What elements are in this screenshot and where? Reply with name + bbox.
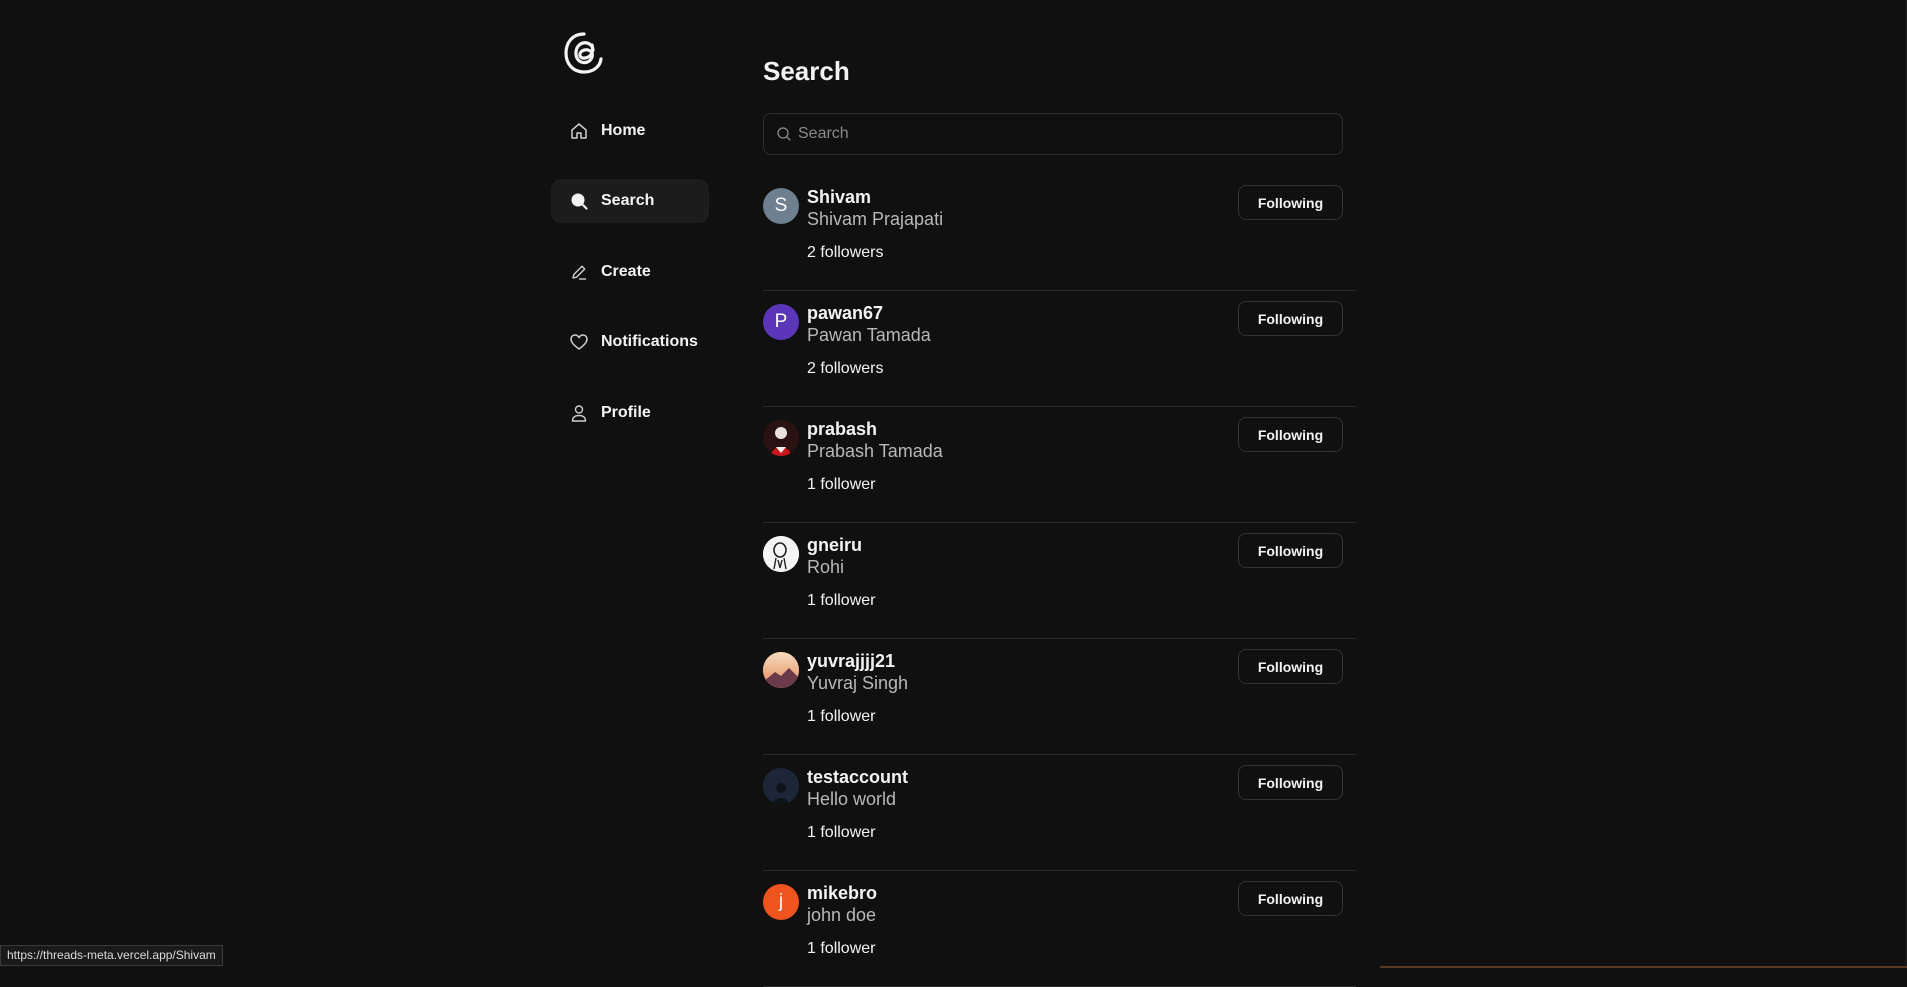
sidebar-item-label: Create [601,263,651,280]
list-item[interactable]: yuvrajjjj21 Yuvraj Singh 1 follower Foll… [763,639,1356,755]
list-item[interactable]: prabash Prabash Tamada 1 follower Follow… [763,407,1356,523]
username[interactable]: Shivam [807,187,871,208]
follower-count: 1 follower [807,940,876,957]
avatar[interactable]: j [763,884,799,920]
avatar-photo-icon [763,420,799,456]
home-icon [569,121,589,141]
sidebar-item-create[interactable]: Create [551,250,709,294]
username[interactable]: mikebro [807,883,877,904]
sidebar-item-label: Search [601,192,655,209]
full-name: Shivam Prajapati [807,209,944,229]
list-item[interactable]: gneiru Rohi 1 follower Following [763,523,1356,639]
full-name: Prabash Tamada [807,441,943,461]
sidebar-item-search[interactable]: Search [551,179,709,223]
username[interactable]: yuvrajjjj21 [807,651,895,672]
page-title: Search [763,56,850,86]
status-bar-url: https://threads-meta.vercel.app/Shivam [0,945,223,966]
username[interactable]: testaccount [807,767,908,788]
full-name: john doe [807,905,877,925]
full-name: Pawan Tamada [807,325,931,345]
following-button[interactable]: Following [1238,765,1343,800]
full-name: Hello world [807,789,897,809]
following-button[interactable]: Following [1238,185,1343,220]
avatar[interactable]: P [763,304,799,340]
username[interactable]: gneiru [807,535,862,556]
avatar[interactable] [763,768,799,804]
avatar[interactable]: S [763,188,799,224]
following-button[interactable]: Following [1238,881,1343,916]
pencil-icon [569,262,589,282]
following-button[interactable]: Following [1238,417,1343,452]
follower-count: 2 followers [807,360,884,377]
avatar-photo-icon [763,768,799,804]
heart-icon [569,332,589,352]
list-item[interactable]: j mikebro john doe 1 follower Following [763,871,1356,987]
avatar-letter: j [778,891,784,912]
sidebar-item-profile[interactable]: Profile [551,391,709,435]
sidebar-item-label: Profile [601,404,651,421]
avatar-photo-icon [763,652,799,688]
avatar[interactable] [763,536,799,572]
follower-count: 1 follower [807,824,876,841]
list-item[interactable]: P pawan67 Pawan Tamada 2 followers Follo… [763,291,1356,407]
following-button[interactable]: Following [1238,301,1343,336]
search-bar[interactable] [763,113,1343,155]
avatar-letter: S [774,195,788,216]
list-item[interactable]: S Shivam Shivam Prajapati 2 followers Fo… [763,175,1356,291]
avatar[interactable] [763,652,799,688]
username[interactable]: pawan67 [807,303,883,324]
full-name: Yuvraj Singh [807,673,909,693]
search-icon [776,126,792,142]
username[interactable]: prabash [807,419,877,440]
search-icon [569,191,589,211]
follower-count: 1 follower [807,592,876,609]
sidebar-item-home[interactable]: Home [551,109,709,153]
follower-count: 2 followers [807,244,884,261]
avatar[interactable] [763,420,799,456]
full-name: Rohi [807,557,845,577]
user-list: S Shivam Shivam Prajapati 2 followers Fo… [763,175,1356,987]
user-icon [569,403,589,423]
sidebar-item-label: Home [601,122,646,139]
following-button[interactable]: Following [1238,533,1343,568]
follower-count: 1 follower [807,476,876,493]
search-input[interactable] [796,124,1342,144]
avatar-photo-icon [763,536,799,572]
threads-logo-icon[interactable] [563,30,605,76]
list-item[interactable]: testaccount Hello world 1 follower Follo… [763,755,1356,871]
follower-count: 1 follower [807,708,876,725]
following-button[interactable]: Following [1238,649,1343,684]
avatar-letter: P [774,311,788,332]
sidebar-item-label: Notifications [601,333,698,350]
sidebar-item-notifications[interactable]: Notifications [551,320,709,364]
